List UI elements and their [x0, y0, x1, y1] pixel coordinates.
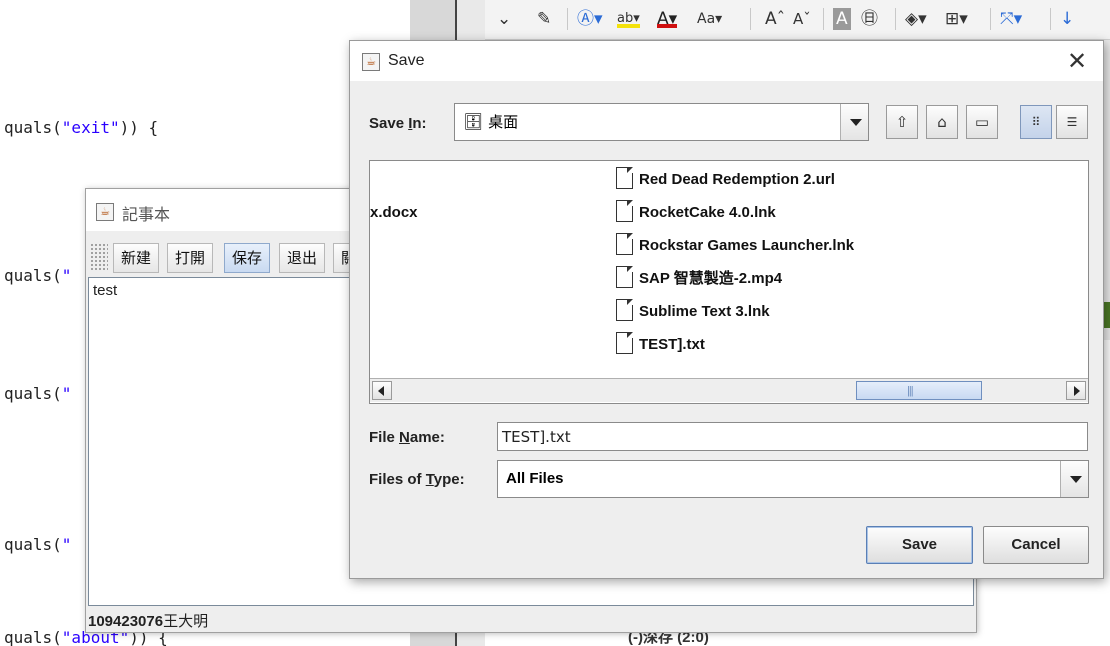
- dialog-cancel-button[interactable]: Cancel: [983, 526, 1089, 564]
- borders-icon[interactable]: ⊞▾: [945, 6, 968, 32]
- list-item[interactable]: TEST].txt: [616, 331, 705, 359]
- home-folder-icon[interactable]: ⌂: [926, 105, 958, 139]
- code-line-3: quals(": [4, 384, 72, 403]
- file-icon: [616, 200, 633, 222]
- chevron-down-icon[interactable]: [1060, 461, 1088, 497]
- files-of-type-combo[interactable]: All Files: [497, 460, 1089, 498]
- grow-font-icon[interactable]: Aˆ: [765, 6, 785, 32]
- chevron-down-icon[interactable]: [840, 104, 868, 140]
- shrink-font-icon[interactable]: Aˇ: [793, 6, 811, 32]
- asian-layout-icon[interactable]: ⤧▾: [1000, 6, 1022, 32]
- new-button[interactable]: 新建: [113, 243, 160, 273]
- highlight-color-icon[interactable]: ab▾: [617, 6, 640, 28]
- up-folder-icon[interactable]: ⇧: [886, 105, 918, 139]
- file-icon: [616, 233, 633, 255]
- save-in-label: Save In:: [369, 115, 427, 132]
- background-accent: [1104, 302, 1110, 328]
- file-name-input[interactable]: TEST].txt: [497, 422, 1088, 451]
- word-ribbon: ⌄ ✎ Ⓐ▾ ab▾ A▾ Aa▾ Aˆ Aˇ A ㊐ ◈▾ ⊞▾ ⤧▾ ↓: [485, 0, 1110, 40]
- code-line-2: quals(": [4, 266, 72, 285]
- toolbar-grip-handle[interactable]: [90, 243, 108, 271]
- file-list[interactable]: x.docx Red Dead Redemption 2.url RocketC…: [369, 160, 1089, 404]
- notepad-title: 記事本: [122, 205, 171, 224]
- scroll-thumb[interactable]: [856, 381, 982, 400]
- save-dialog-titlebar[interactable]: ☕ Save ✕: [350, 41, 1103, 81]
- scroll-left-icon[interactable]: [372, 381, 392, 400]
- open-button[interactable]: 打開: [167, 243, 214, 273]
- character-shading-icon[interactable]: A: [833, 8, 851, 30]
- shading-icon[interactable]: ◈▾: [905, 6, 927, 32]
- list-item[interactable]: RocketCake 4.0.lnk: [616, 199, 776, 227]
- drive-icon: 🗄: [463, 112, 484, 131]
- code-line-1: quals("exit")) {: [4, 118, 159, 137]
- change-case-icon[interactable]: Aa▾: [697, 6, 722, 32]
- dialog-save-button[interactable]: Save: [866, 526, 973, 564]
- list-view-icon[interactable]: ⠿: [1020, 105, 1052, 139]
- list-item[interactable]: Rockstar Games Launcher.lnk: [616, 232, 854, 260]
- list-item[interactable]: x.docx: [370, 199, 418, 227]
- list-item[interactable]: Red Dead Redemption 2.url: [616, 166, 835, 194]
- notepad-status-bar: 109423076王大明: [88, 610, 208, 631]
- code-line-4: quals(": [4, 535, 72, 554]
- new-folder-icon[interactable]: ▭: [966, 105, 998, 139]
- save-button[interactable]: 保存: [224, 243, 271, 273]
- save-in-value: 桌面: [488, 113, 519, 131]
- file-icon: [616, 299, 633, 321]
- exit-button[interactable]: 退出: [279, 243, 326, 273]
- scroll-right-icon[interactable]: [1066, 381, 1086, 400]
- java-cup-icon: ☕: [96, 203, 114, 221]
- files-of-type-value: All Files: [506, 470, 564, 487]
- file-icon: [616, 266, 633, 288]
- format-painter-icon[interactable]: ✎: [537, 6, 551, 32]
- save-dialog: ☕ Save ✕ Save In: 🗄 桌面 ⇧ ⌂ ▭ ⠿ ☰ x.docx …: [349, 40, 1104, 579]
- java-cup-icon: ☕: [362, 53, 380, 71]
- status-student-id: 109423076: [88, 613, 164, 630]
- ribbon-dropdown-icon[interactable]: ⌄: [497, 6, 511, 32]
- file-icon: [616, 332, 633, 354]
- font-color-icon[interactable]: A▾: [657, 6, 678, 29]
- sort-icon[interactable]: ↓: [1060, 6, 1074, 32]
- list-item[interactable]: SAP 智慧製造-2.mp4: [616, 265, 782, 293]
- save-in-combo[interactable]: 🗄 桌面: [454, 103, 869, 141]
- status-student-name: 王大明: [163, 612, 209, 630]
- details-view-icon[interactable]: ☰: [1056, 105, 1088, 139]
- file-name-label: File Name:: [369, 429, 445, 446]
- enclose-characters-icon[interactable]: ㊐: [861, 6, 878, 32]
- close-icon[interactable]: ✕: [1063, 47, 1091, 75]
- horizontal-scrollbar[interactable]: [370, 378, 1088, 402]
- save-dialog-title: Save: [388, 52, 425, 69]
- list-item[interactable]: Sublime Text 3.lnk: [616, 298, 770, 326]
- notepad-text-content: test: [93, 282, 118, 299]
- files-of-type-label: Files of Type:: [369, 471, 465, 488]
- text-effects-icon[interactable]: Ⓐ▾: [577, 6, 603, 32]
- file-icon: [616, 167, 633, 189]
